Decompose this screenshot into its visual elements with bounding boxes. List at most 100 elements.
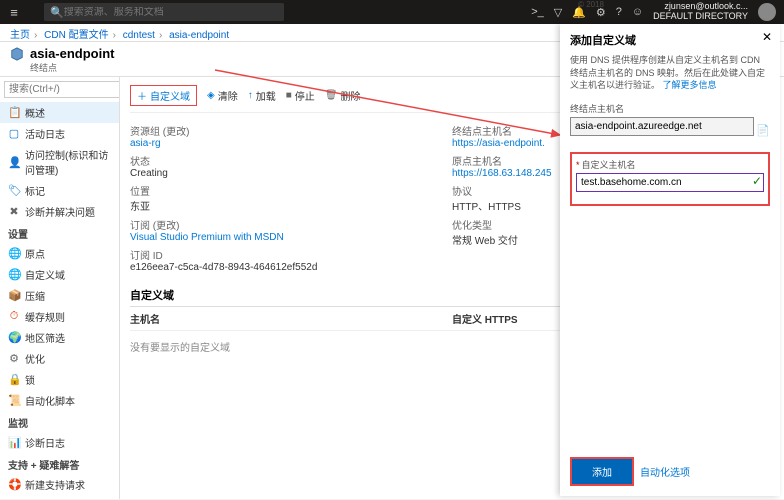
prop-label: 位置 bbox=[130, 183, 452, 198]
load-button[interactable]: ↑加载 bbox=[248, 88, 276, 103]
delete-icon: 🗑 bbox=[325, 90, 338, 101]
sidebar-item[interactable]: 📜 自动化脚本 bbox=[0, 390, 119, 411]
sidebar-group-head: 设置 bbox=[0, 222, 119, 243]
menu-label: 锁 bbox=[25, 372, 35, 387]
menu-icon: 🛟 bbox=[8, 478, 20, 491]
menu-label: 新建支持请求 bbox=[25, 477, 85, 492]
stop-button[interactable]: ■停止 bbox=[286, 88, 315, 103]
global-search[interactable]: 🔍 bbox=[44, 3, 284, 21]
sidebar-item[interactable]: 🌐 自定义域 bbox=[0, 264, 119, 285]
menu-icon: 📊 bbox=[8, 436, 20, 449]
stop-icon: ■ bbox=[286, 90, 292, 101]
sidebar-item[interactable]: ⏱ 缓存规则 bbox=[0, 306, 119, 327]
global-search-input[interactable] bbox=[64, 7, 278, 18]
load-icon: ↑ bbox=[248, 90, 253, 101]
feedback-icon[interactable]: ☺ bbox=[632, 6, 643, 18]
menu-label: 地区筛选 bbox=[25, 330, 65, 345]
watermark: © 2018 bbox=[578, 0, 604, 9]
breadcrumb-item[interactable]: cdntest bbox=[123, 30, 155, 41]
check-icon: ✓ bbox=[752, 174, 762, 188]
custom-label: 自定义主机名 bbox=[582, 160, 636, 170]
top-bar: ≡ 🔍 >_ ▽ 🔔 ⚙ ? ☺ zjunsen@outlook.c... DE… bbox=[0, 0, 784, 24]
cloudshell-icon[interactable]: >_ bbox=[531, 6, 544, 18]
sidebar-item[interactable]: ⚙ 优化 bbox=[0, 348, 119, 369]
user-directory: DEFAULT DIRECTORY bbox=[653, 12, 748, 22]
sidebar-item[interactable]: 🌍 地区筛选 bbox=[0, 327, 119, 348]
user-info[interactable]: zjunsen@outlook.c... DEFAULT DIRECTORY bbox=[653, 2, 748, 22]
add-domain-panel: ✕ 添加自定义域 使用 DNS 提供程序创建从自定义主机名到 CDN 终结点主机… bbox=[560, 24, 780, 496]
purge-icon: ◈ bbox=[207, 90, 215, 101]
menu-icon: ▢ bbox=[8, 127, 20, 140]
resource-menu: « 📋概述▢活动日志👤访问控制(标识和访问管理)🏷标记✖诊断并解决问题设置🌐原点… bbox=[0, 77, 120, 499]
menu-icon: 📋 bbox=[8, 106, 20, 119]
menu-label: 概述 bbox=[25, 105, 45, 120]
panel-desc: 使用 DNS 提供程序创建从自定义主机名到 CDN 终结点主机名的 DNS 映射… bbox=[570, 54, 770, 92]
menu-icon: 📜 bbox=[8, 394, 20, 407]
sidebar-item[interactable]: 📦压缩 bbox=[0, 285, 119, 306]
col-hostname: 主机名 bbox=[130, 311, 452, 326]
menu-label: 缓存规则 bbox=[25, 309, 65, 324]
prop-value: 东亚 bbox=[130, 198, 452, 213]
menu-label: 自动化脚本 bbox=[25, 393, 75, 408]
plus-icon: ＋ bbox=[137, 88, 147, 103]
menu-label: 诊断日志 bbox=[25, 435, 65, 450]
menu-label: 压缩 bbox=[25, 288, 45, 303]
learn-more-link[interactable]: 了解更多信息 bbox=[663, 80, 717, 90]
menu-icon: 🌍 bbox=[8, 331, 20, 344]
sidebar-item[interactable]: 🛟 新建支持请求 bbox=[0, 474, 119, 495]
sidebar-item[interactable]: 🌐 原点 bbox=[0, 243, 119, 264]
sidebar-group-head: 支持 + 疑难解答 bbox=[0, 453, 119, 474]
close-icon[interactable]: ✕ bbox=[762, 30, 772, 44]
prop-label: 状态 bbox=[130, 153, 452, 168]
endpoint-hostname-input bbox=[570, 117, 754, 136]
menu-icon: 🌐 bbox=[8, 268, 20, 281]
menu-icon: 🔒 bbox=[8, 373, 20, 386]
menu-icon: 🏷 bbox=[8, 184, 20, 197]
menu-label: 诊断并解决问题 bbox=[25, 204, 95, 219]
breadcrumb-item[interactable]: asia-endpoint bbox=[169, 30, 229, 41]
menu-label: 访问控制(标识和访问管理) bbox=[25, 147, 111, 177]
menu-label: 标记 bbox=[25, 183, 45, 198]
sidebar-item[interactable]: 🔒锁 bbox=[0, 369, 119, 390]
prop-value[interactable]: Visual Studio Premium with MSDN bbox=[130, 232, 452, 243]
menu-label: 优化 bbox=[25, 351, 45, 366]
prop-value[interactable]: asia-rg bbox=[130, 138, 452, 149]
custom-hostname-group: *自定义主机名 ✓ bbox=[570, 152, 770, 206]
copy-icon[interactable]: 📄 bbox=[756, 124, 770, 137]
hamburger-icon[interactable]: ≡ bbox=[0, 5, 28, 20]
automation-link[interactable]: 自动化选项 bbox=[640, 464, 690, 479]
page-title: asia-endpoint bbox=[30, 46, 115, 61]
sidebar-item[interactable]: 📊 诊断日志 bbox=[0, 432, 119, 453]
custom-hostname-input[interactable] bbox=[576, 173, 764, 192]
endpoint-icon bbox=[10, 47, 24, 61]
menu-icon: 🌐 bbox=[8, 247, 20, 260]
sidebar-item[interactable]: 🏷 标记 bbox=[0, 180, 119, 201]
endpoint-label: 终结点主机名 bbox=[570, 102, 770, 115]
menu-icon: ⏱ bbox=[8, 310, 20, 323]
menu-icon: ⚙ bbox=[8, 352, 20, 365]
sidebar-group-head: 监视 bbox=[0, 411, 119, 432]
menu-icon: 👤 bbox=[8, 156, 20, 169]
avatar[interactable] bbox=[758, 3, 776, 21]
menu-search-input[interactable] bbox=[4, 81, 120, 98]
prop-value: e126eea7-c5ca-4d78-8943-464612ef552d bbox=[130, 262, 452, 273]
add-button[interactable]: 添加 bbox=[570, 457, 634, 486]
delete-button[interactable]: 🗑删除 bbox=[325, 88, 361, 103]
menu-icon: ✖ bbox=[8, 205, 20, 218]
filter-icon[interactable]: ▽ bbox=[554, 6, 562, 19]
breadcrumb-item[interactable]: 主页 bbox=[10, 30, 30, 41]
menu-label: 自定义域 bbox=[25, 267, 65, 282]
breadcrumb-item[interactable]: CDN 配置文件 bbox=[44, 30, 108, 41]
prop-label: 订阅 (更改) bbox=[130, 217, 452, 232]
purge-button[interactable]: ◈清除 bbox=[207, 88, 238, 103]
menu-label: 活动日志 bbox=[25, 126, 65, 141]
help-icon[interactable]: ? bbox=[616, 6, 622, 18]
add-domain-button[interactable]: ＋自定义域 bbox=[130, 85, 197, 106]
sidebar-item[interactable]: ▢ 活动日志 bbox=[0, 123, 119, 144]
prop-label: 订阅 ID bbox=[130, 247, 452, 262]
sidebar-item[interactable]: 👤 访问控制(标识和访问管理) bbox=[0, 144, 119, 180]
panel-title: 添加自定义域 bbox=[570, 32, 770, 48]
sidebar-item[interactable]: ✖ 诊断并解决问题 bbox=[0, 201, 119, 222]
sidebar-item[interactable]: 📋 概述 bbox=[0, 102, 119, 123]
menu-label: 原点 bbox=[25, 246, 45, 261]
